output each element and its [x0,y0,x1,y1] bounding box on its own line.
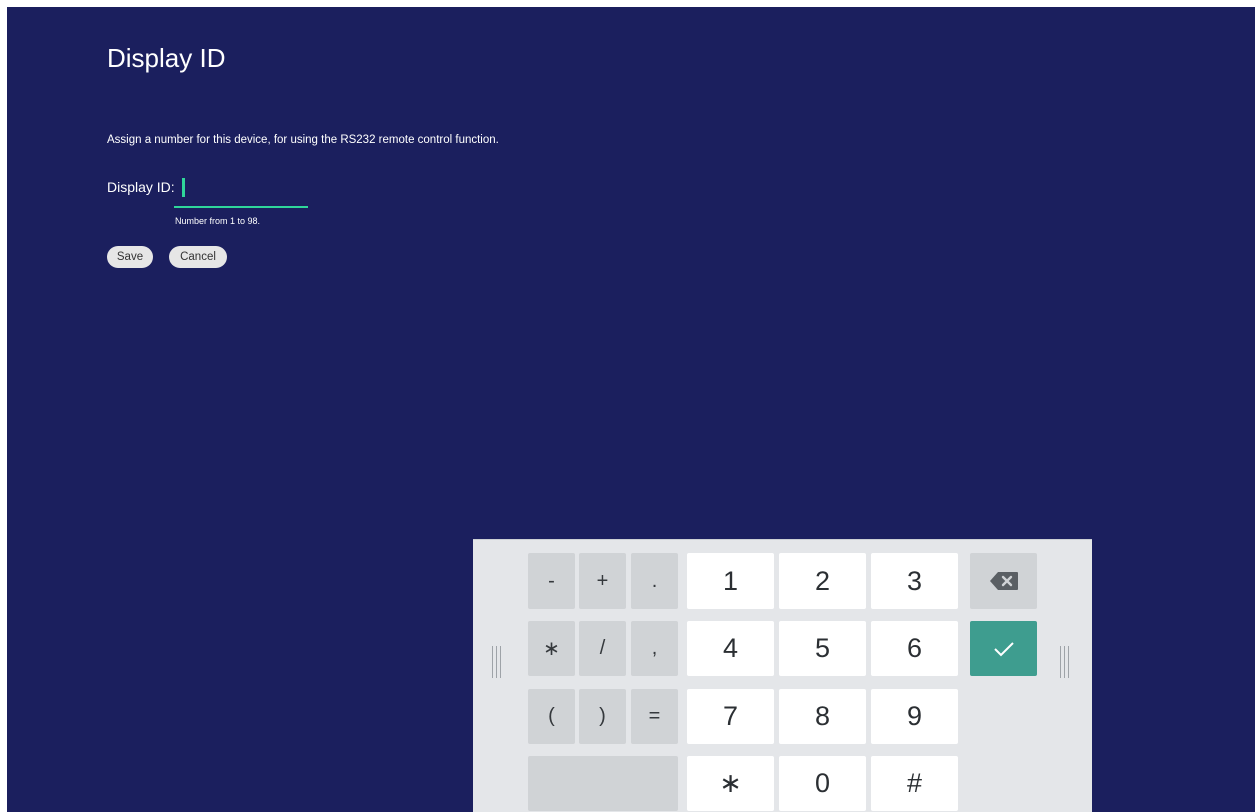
settings-screen: Display ID Assign a number for this devi… [7,7,1255,812]
key-equals[interactable]: = [631,689,678,744]
key-4[interactable]: 4 [687,621,774,676]
cancel-button[interactable]: Cancel [169,246,227,268]
key-open-paren[interactable]: ( [528,689,575,744]
key-blank[interactable] [528,756,678,811]
key-comma[interactable]: , [631,621,678,676]
save-button[interactable]: Save [107,246,153,268]
page-title: Display ID [107,43,226,73]
backspace-key[interactable] [970,553,1037,609]
key-7[interactable]: 7 [687,689,774,744]
key-hash[interactable]: # [871,756,958,811]
display-id-hint: Number from 1 to 98. [175,216,261,226]
key-period[interactable]: . [631,553,678,609]
numeric-keyboard: - + . 1 2 3 ∗ / , 4 5 6 ( ) = 7 8 9 ∗ 0 … [473,539,1092,812]
display-id-label: Display ID: [107,179,175,195]
key-asterisk-symbol[interactable]: ∗ [528,621,575,676]
key-minus[interactable]: - [528,553,575,609]
key-plus[interactable]: + [579,553,626,609]
key-5[interactable]: 5 [779,621,866,676]
backspace-icon [989,572,1018,590]
enter-key[interactable] [970,621,1037,676]
display-id-input[interactable] [174,173,308,208]
keyboard-drag-handle-left[interactable] [492,646,505,678]
text-cursor [182,178,185,197]
page-description: Assign a number for this device, for usi… [107,134,499,146]
key-0[interactable]: 0 [779,756,866,811]
key-3[interactable]: 3 [871,553,958,609]
checkmark-icon [993,641,1014,656]
key-9[interactable]: 9 [871,689,958,744]
key-6[interactable]: 6 [871,621,958,676]
key-8[interactable]: 8 [779,689,866,744]
key-star[interactable]: ∗ [687,756,774,811]
key-1[interactable]: 1 [687,553,774,609]
keyboard-drag-handle-right[interactable] [1060,646,1073,678]
key-close-paren[interactable]: ) [579,689,626,744]
key-slash[interactable]: / [579,621,626,676]
key-2[interactable]: 2 [779,553,866,609]
